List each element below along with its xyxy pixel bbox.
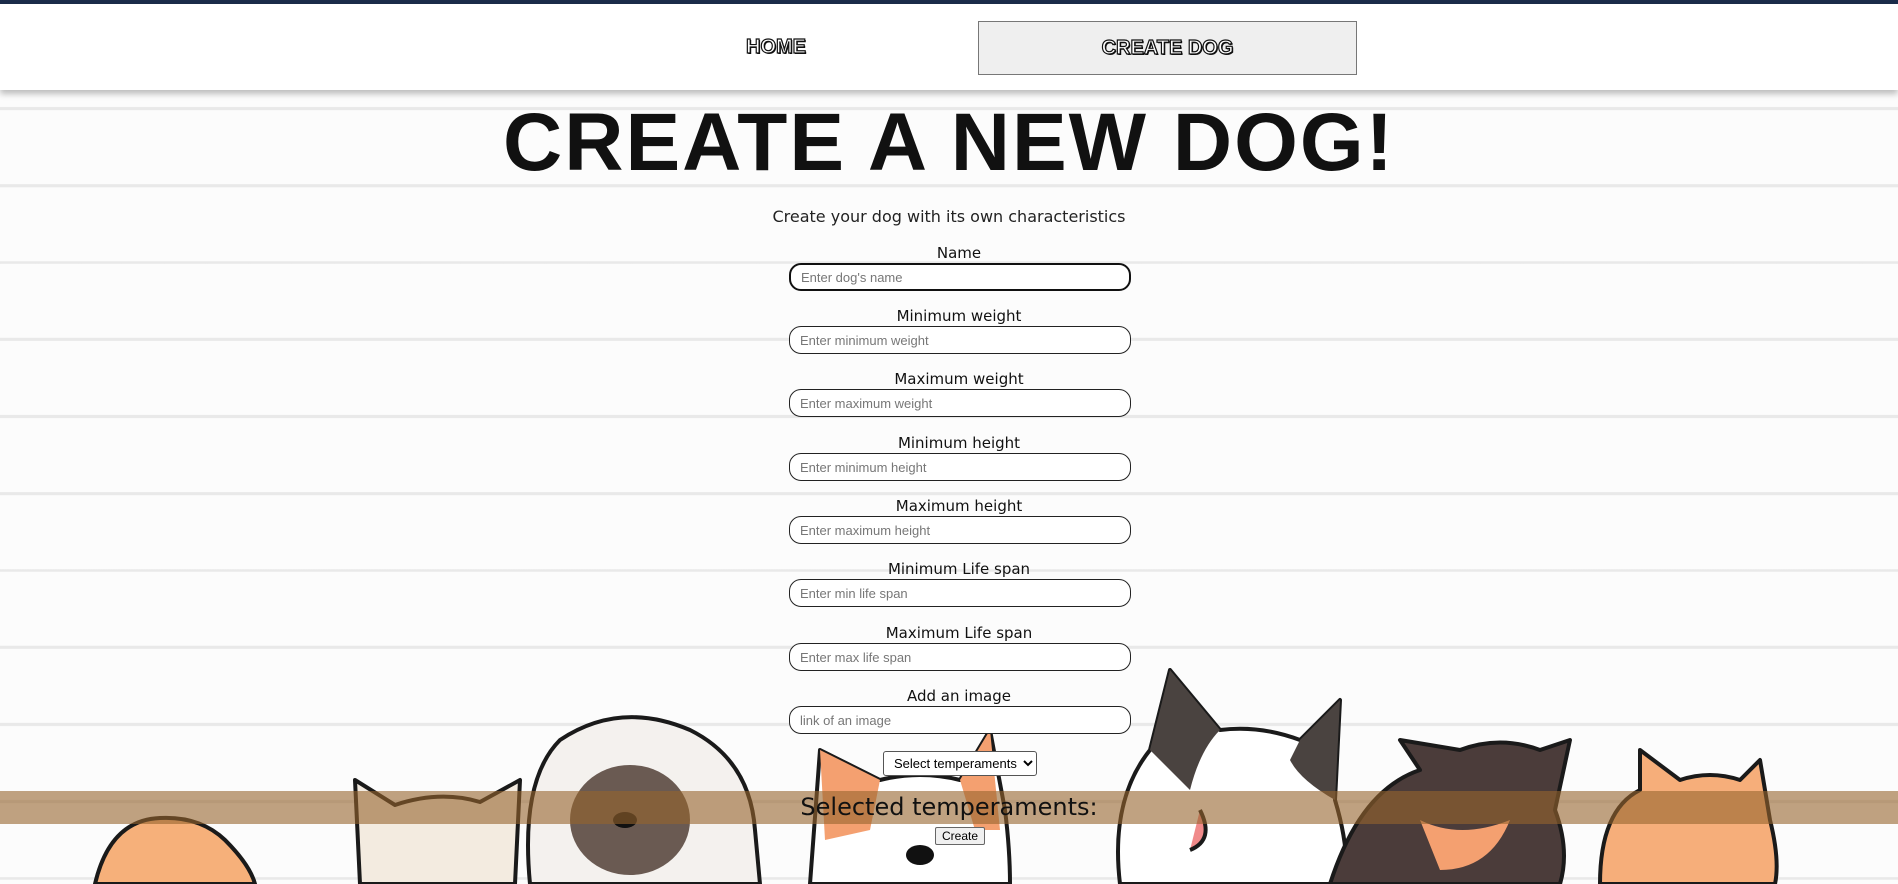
name-input[interactable] xyxy=(789,263,1131,291)
page-subtitle: Create your dog with its own characteris… xyxy=(772,207,1126,226)
temperaments-select[interactable]: Select temperaments xyxy=(883,751,1037,776)
max-height-input[interactable] xyxy=(789,516,1131,544)
min-height-input[interactable] xyxy=(789,453,1131,481)
max-weight-input[interactable] xyxy=(789,389,1131,417)
dog-1 xyxy=(93,815,257,884)
max-life-span-input[interactable] xyxy=(789,643,1131,671)
max-height-label: Maximum height xyxy=(895,497,1023,515)
navbar: HOME CREATE DOG xyxy=(0,4,1898,90)
image-label: Add an image xyxy=(907,687,1011,705)
min-life-span-input[interactable] xyxy=(789,579,1131,607)
min-life-span-label: Minimum Life span xyxy=(887,560,1031,578)
selected-temperaments-label: Selected temperaments: xyxy=(800,793,1098,821)
max-life-span-label: Maximum Life span xyxy=(885,624,1033,642)
min-weight-label: Minimum weight xyxy=(896,307,1022,325)
max-weight-label: Maximum weight xyxy=(894,370,1024,388)
min-weight-input[interactable] xyxy=(789,326,1131,354)
nav-home-link[interactable]: HOME xyxy=(700,20,852,74)
page-title: CREATE A NEW DOG! xyxy=(503,97,1395,188)
image-link-input[interactable] xyxy=(789,706,1131,734)
name-label: Name xyxy=(936,244,982,262)
min-height-label: Minimum height xyxy=(897,434,1021,452)
create-button[interactable]: Create xyxy=(935,827,985,845)
nav-create-dog-link[interactable]: CREATE DOG xyxy=(978,21,1357,75)
